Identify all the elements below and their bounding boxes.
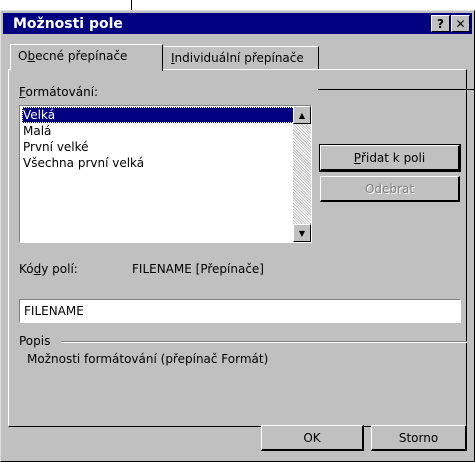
tab-general-switches[interactable]: Obecné přepínače [10, 44, 163, 71]
list-item[interactable]: Všechna první velká [22, 155, 295, 171]
title-bar: Možnosti pole ? ✕ [3, 13, 472, 34]
description-group-label: Popis [19, 334, 51, 348]
description-divider [61, 341, 467, 343]
add-to-field-button[interactable]: Přidat k poli [319, 144, 461, 172]
cancel-button[interactable]: Storno [371, 425, 467, 451]
formatting-listbox[interactable]: Velká Malá První velké Všechna první vel… [19, 105, 312, 243]
formatting-label: Formátování: [19, 85, 99, 99]
field-codes-label: Kódy polí: [19, 262, 78, 276]
dialog-title: Možnosti pole [13, 16, 123, 32]
scroll-up-button[interactable]: ▲ [293, 106, 311, 124]
triangle-up-icon: ▲ [298, 110, 306, 120]
close-icon: ✕ [455, 16, 466, 31]
tab-individual-switches[interactable]: Individuální přepínače [164, 46, 319, 70]
list-item[interactable]: Malá [22, 123, 295, 139]
close-button[interactable]: ✕ [451, 15, 470, 32]
list-item[interactable]: Velká [22, 107, 295, 123]
description-text: Možnosti formátování (přepínač Formát) [27, 352, 269, 366]
field-code-input[interactable]: FILENAME [19, 299, 461, 323]
triangle-down-icon: ▼ [298, 228, 306, 238]
listbox-scrollbar[interactable]: ▲ ▼ [293, 106, 311, 242]
remove-button[interactable]: Odebrat [320, 176, 460, 202]
question-mark-icon: ? [437, 16, 444, 31]
list-item[interactable]: První velké [22, 139, 295, 155]
help-button[interactable]: ? [431, 15, 450, 32]
ok-button[interactable]: OK [261, 425, 364, 451]
field-options-dialog: Možnosti pole ? ✕ Obecné přepínače Indiv… [0, 10, 475, 462]
scroll-down-button[interactable]: ▼ [293, 224, 311, 242]
field-codes-value: FILENAME [Přepínače] [132, 262, 264, 276]
callout-line-right [318, 89, 475, 90]
